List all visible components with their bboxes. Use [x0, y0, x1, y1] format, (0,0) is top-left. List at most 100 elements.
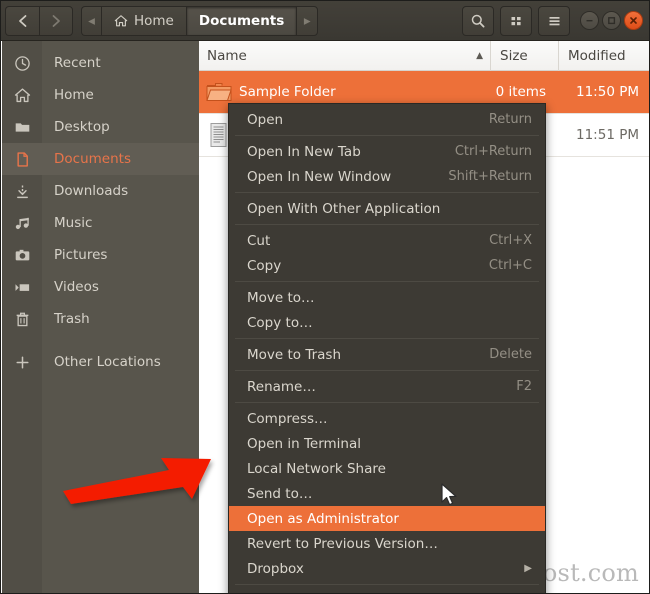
- menu-item-open-as-administrator[interactable]: Open as Administrator: [229, 506, 545, 531]
- folder-icon: [199, 81, 239, 103]
- menu-item-label: Revert to Previous Version…: [247, 536, 532, 552]
- menu-item-label: Send to…: [247, 486, 532, 502]
- menu-item-rename[interactable]: Rename… F2: [229, 374, 545, 399]
- file-name: Sample Folder: [239, 84, 490, 100]
- submenu-arrow-icon: ▶: [524, 563, 532, 574]
- menu-item-open-in-new-window[interactable]: Open In New Window Shift+Return: [229, 164, 545, 189]
- sidebar-item-pictures[interactable]: Pictures: [2, 239, 199, 271]
- clock-icon: [2, 55, 42, 72]
- menu-item-copy[interactable]: Copy Ctrl+C: [229, 253, 545, 278]
- sidebar-item-label: Other Locations: [42, 354, 161, 370]
- column-header-label: Modified: [568, 48, 626, 64]
- sidebar-item-other-locations[interactable]: Other Locations: [2, 346, 199, 378]
- menu-item-local-network-share[interactable]: Local Network Share: [229, 456, 545, 481]
- menu-separator: [235, 338, 539, 339]
- header-actions: [462, 6, 570, 36]
- breadcrumb-scroll-left[interactable]: ◂: [81, 6, 101, 36]
- forward-button[interactable]: [39, 6, 73, 36]
- context-menu: Open Return Open In New Tab Ctrl+Return …: [228, 103, 546, 594]
- menu-item-properties[interactable]: Properties Ctrl+I: [229, 588, 545, 594]
- menu-item-label: Open In New Window: [247, 169, 448, 185]
- menu-item-open[interactable]: Open Return: [229, 107, 545, 132]
- menu-separator: [235, 192, 539, 193]
- minimize-icon: [584, 15, 595, 26]
- column-header-size[interactable]: Size: [490, 41, 558, 71]
- menu-separator: [235, 224, 539, 225]
- sidebar-item-home[interactable]: Home: [2, 79, 199, 111]
- file-modified: 11:51 PM: [558, 127, 649, 143]
- sidebar-item-trash[interactable]: Trash: [2, 303, 199, 335]
- breadcrumb: ◂ Home Documents ▸: [81, 6, 318, 36]
- navigation-buttons: [5, 6, 73, 36]
- menu-item-shortcut: Ctrl+Return: [455, 144, 532, 159]
- menu-item-shortcut: Return: [489, 112, 532, 127]
- grid-view-icon: [509, 14, 523, 28]
- menu-item-label: Compress…: [247, 411, 532, 427]
- menu-item-label: Dropbox: [247, 561, 516, 577]
- sidebar-item-recent[interactable]: Recent: [2, 47, 199, 79]
- file-modified: 11:50 PM: [558, 84, 649, 100]
- sidebar-item-downloads[interactable]: Downloads: [2, 175, 199, 207]
- breadcrumb-item-label: Home: [134, 13, 174, 29]
- menu-item-open-in-new-tab[interactable]: Open In New Tab Ctrl+Return: [229, 139, 545, 164]
- breadcrumb-item-home[interactable]: Home: [101, 6, 186, 36]
- menu-item-label: Move to…: [247, 290, 532, 306]
- plus-icon: [2, 354, 42, 371]
- menu-item-shortcut: Ctrl+C: [489, 258, 532, 273]
- header-bar: ◂ Home Documents ▸: [1, 1, 649, 41]
- trash-icon: [2, 311, 42, 328]
- chevron-left-icon: [17, 14, 29, 28]
- main-menu-button[interactable]: [538, 6, 570, 36]
- window-controls: [580, 11, 643, 30]
- menu-item-send-to[interactable]: Send to…: [229, 481, 545, 506]
- column-header-label: Size: [500, 48, 528, 64]
- sidebar-item-label: Home: [42, 87, 94, 103]
- back-button[interactable]: [5, 6, 39, 36]
- menu-item-label: Open With Other Application: [247, 201, 532, 217]
- breadcrumb-scroll-right[interactable]: ▸: [296, 6, 318, 36]
- chevron-right-icon: [50, 14, 62, 28]
- menu-item-cut[interactable]: Cut Ctrl+X: [229, 228, 545, 253]
- file-manager-window: ◂ Home Documents ▸: [0, 0, 650, 594]
- search-button[interactable]: [462, 6, 494, 36]
- menu-item-shortcut: Shift+Return: [448, 169, 532, 184]
- menu-item-open-with-other-application[interactable]: Open With Other Application: [229, 196, 545, 221]
- sidebar-item-label: Documents: [42, 151, 131, 167]
- menu-item-move-to-trash[interactable]: Move to Trash Delete: [229, 342, 545, 367]
- sidebar-item-desktop[interactable]: Desktop: [2, 111, 199, 143]
- menu-item-label: Rename…: [247, 379, 516, 395]
- sidebar-item-videos[interactable]: Videos: [2, 271, 199, 303]
- menu-item-label: Cut: [247, 233, 489, 249]
- column-header-name[interactable]: Name ▲: [199, 41, 490, 71]
- sort-ascending-icon: ▲: [476, 51, 483, 61]
- close-button[interactable]: [624, 11, 643, 30]
- sidebar-item-label: Trash: [42, 311, 90, 327]
- file-list-column-headers: Name ▲ Size Modified: [199, 41, 649, 71]
- menu-item-shortcut: F2: [516, 379, 532, 394]
- menu-item-revert-to-previous-version[interactable]: Revert to Previous Version…: [229, 531, 545, 556]
- menu-item-label: Copy to…: [247, 315, 532, 331]
- menu-item-copy-to[interactable]: Copy to…: [229, 310, 545, 335]
- minimize-button[interactable]: [580, 11, 599, 30]
- menu-item-label: Open as Administrator: [247, 511, 532, 527]
- sidebar-item-documents[interactable]: Documents: [2, 143, 199, 175]
- maximize-button[interactable]: [602, 11, 621, 30]
- menu-item-dropbox[interactable]: Dropbox ▶: [229, 556, 545, 581]
- menu-item-label: Copy: [247, 258, 489, 274]
- menu-item-compress[interactable]: Compress…: [229, 406, 545, 431]
- sidebar: Recent Home Desktop: [2, 41, 199, 594]
- sidebar-divider: [2, 335, 199, 346]
- sidebar-item-music[interactable]: Music: [2, 207, 199, 239]
- menu-item-move-to[interactable]: Move to…: [229, 285, 545, 310]
- menu-separator: [235, 135, 539, 136]
- view-options-button[interactable]: [500, 6, 532, 36]
- menu-item-open-in-terminal[interactable]: Open in Terminal: [229, 431, 545, 456]
- home-icon: [2, 87, 42, 104]
- menu-separator: [235, 370, 539, 371]
- folder-icon: [2, 119, 42, 136]
- sidebar-item-label: Music: [42, 215, 92, 231]
- column-header-modified[interactable]: Modified: [558, 41, 649, 71]
- breadcrumb-item-documents[interactable]: Documents: [186, 6, 296, 36]
- menu-item-shortcut: Ctrl+X: [489, 233, 532, 248]
- menu-item-label: Open in Terminal: [247, 436, 532, 452]
